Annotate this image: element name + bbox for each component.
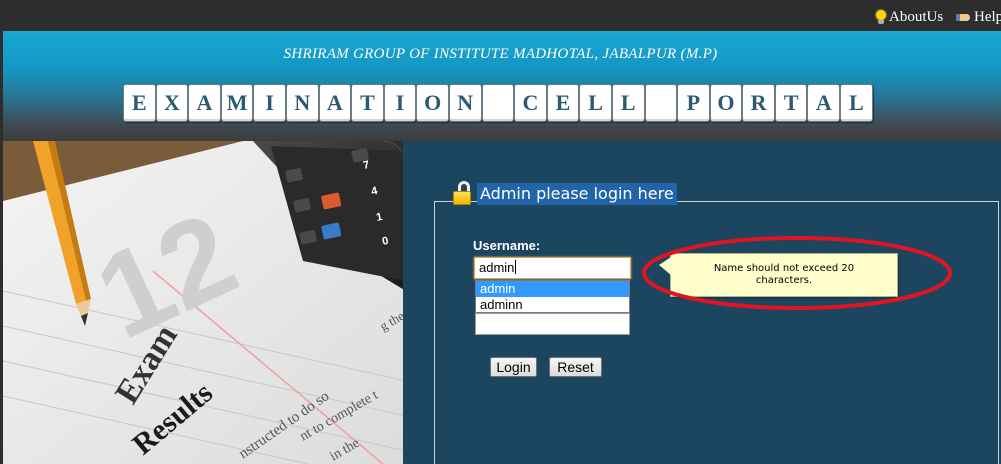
title-letter-box: I <box>383 84 417 122</box>
top-bar: AboutUs Help <box>0 0 1001 31</box>
title-letter-box: L <box>840 84 873 122</box>
title-letter-box: O <box>416 84 449 122</box>
username-label: Username: <box>473 238 541 253</box>
title-letter-box: A <box>188 84 221 122</box>
title-letter-box: O <box>709 84 743 122</box>
login-button[interactable]: Login <box>490 357 537 377</box>
username-value: admin <box>479 260 515 275</box>
title-letter-box: A <box>318 84 352 122</box>
title-letter-box: C <box>514 84 547 122</box>
title-letter-box: X <box>155 84 189 122</box>
institute-name: SHRIRAM GROUP OF INSTITUTE MADHOTAL, JAB… <box>283 46 718 62</box>
title-letter-box: I <box>253 84 286 122</box>
title-letter-box: T <box>774 84 808 122</box>
exam-results-illustration: 12 7 4 1 0 Exam Results nstructed to do … <box>3 141 406 464</box>
validation-line-2: characters. <box>755 275 813 286</box>
title-letter-box: P <box>677 84 710 122</box>
pointing-hand-icon <box>956 12 972 23</box>
password-input[interactable] <box>475 313 630 335</box>
portal-title: EXAMINATION CELL PORTAL <box>123 84 873 122</box>
username-input[interactable]: admin <box>474 257 631 279</box>
title-letter-box: R <box>742 84 775 122</box>
about-us-link[interactable]: AboutUs <box>875 9 943 26</box>
title-letter-box: L <box>611 84 645 122</box>
title-letter-box: N <box>285 84 319 122</box>
validation-tooltip: Name should not exceed 20 characters. <box>659 253 898 297</box>
title-letter-box <box>644 84 678 122</box>
title-letter-box: E <box>123 84 156 122</box>
title-letter-box: M <box>220 84 254 122</box>
text-caret <box>515 260 517 274</box>
title-letter-box: T <box>351 84 384 122</box>
title-letter-box <box>481 84 515 122</box>
title-letter-box: E <box>546 84 580 122</box>
title-letter-box: L <box>579 84 612 122</box>
reset-button[interactable]: Reset <box>549 357 602 377</box>
login-legend: Admin please login here <box>452 181 677 205</box>
title-letter-box: N <box>448 84 482 122</box>
autocomplete-option-admin[interactable]: admin <box>476 281 629 297</box>
legend-text: Admin please login here <box>477 183 677 205</box>
autocomplete-option-adminn[interactable]: adminn <box>476 297 629 313</box>
title-letter-box: A <box>807 84 841 122</box>
validation-line-1: Name should not exceed 20 <box>713 263 855 274</box>
about-us-label: AboutUs <box>889 9 944 25</box>
exam-results-image: 12 7 4 1 0 Exam Results nstructed to do … <box>3 141 406 464</box>
padlock-icon <box>452 181 472 205</box>
help-link[interactable]: Help <box>956 9 1001 26</box>
lightbulb-icon <box>875 9 887 26</box>
help-label: Help <box>974 9 1001 25</box>
autocomplete-dropdown: admin adminn <box>475 280 630 313</box>
